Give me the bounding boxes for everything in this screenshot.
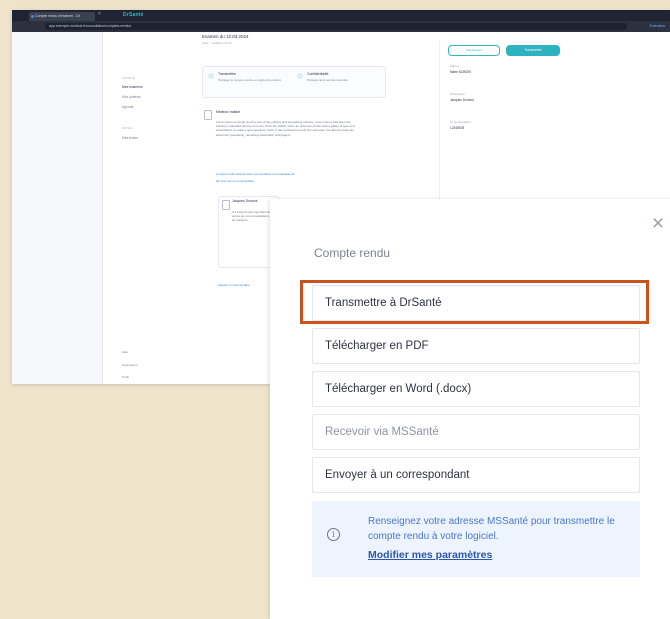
- sidebar-footer-settings[interactable]: Paramètres: [122, 363, 138, 367]
- sidebar-footer-profile[interactable]: Profil: [122, 375, 129, 379]
- associated-report-link[interactable]: Compte rendu associé avec commentaire du…: [216, 172, 294, 176]
- prescriber-value: Jacques Dumont: [450, 98, 474, 102]
- billing-value: 12345678: [450, 126, 465, 130]
- sidebar-item-patients[interactable]: Mes patients: [122, 95, 141, 99]
- close-icon[interactable]: ×: [647, 213, 669, 235]
- sidebar-item-agenda[interactable]: Agenda: [122, 105, 133, 109]
- browser-url-bar: app.exemple-medical.fr/consultation/comp…: [12, 21, 670, 32]
- card-privacy-text: Partagé via le service sécurisé: [307, 78, 348, 82]
- exam-subtitle: Créé · modifié à 14:12: [202, 41, 232, 45]
- extension-label[interactable]: Extension: [650, 23, 665, 30]
- patient-value: Marie DUBOIS: [450, 70, 472, 74]
- mssante-info-text: Renseignez votre adresse MSSanté pour tr…: [368, 516, 615, 542]
- brand-logo: DrSanté: [123, 12, 144, 18]
- download-word-option[interactable]: Télécharger en Word (.docx): [312, 371, 640, 407]
- browser-tab-bar: Compte rendu d'examen - Dr ×: [12, 10, 670, 21]
- reply-author: Jacques Dumont: [232, 199, 258, 203]
- document-icon: [204, 110, 212, 120]
- sidebar-footer-help[interactable]: Aide: [122, 350, 128, 354]
- prescriber-label: Prescripteur: [450, 92, 466, 96]
- download-pdf-option[interactable]: Télécharger en PDF: [312, 328, 640, 364]
- add-comment-link[interactable]: Ajouter un commentaire: [218, 283, 250, 287]
- lock-icon: [297, 73, 303, 79]
- comment-text: Lorem ipsum is simply dummy text of the …: [216, 120, 355, 137]
- app-sidebar: [12, 32, 103, 384]
- tab-title: Compte rendu d'examen - Dr: [35, 14, 81, 18]
- transmit-icon: [208, 73, 214, 79]
- card-transmit-text: Partagez le compte rendu au logiciel du …: [218, 78, 281, 82]
- reply-document-icon: [222, 200, 230, 210]
- transmit-to-drsante-option[interactable]: Transmettre à DrSanté: [312, 285, 640, 321]
- edit-settings-link[interactable]: Modifier mes paramètres: [368, 549, 492, 561]
- patient-label: Patient: [450, 64, 459, 68]
- reply-text: Il a toujours été important de suivre le…: [232, 210, 271, 223]
- sidebar-item-exams[interactable]: Mes examens: [122, 85, 143, 89]
- card-transmit-title: Transmettre: [218, 72, 237, 76]
- comment-author: Médecin traitant: [216, 110, 241, 114]
- sidebar-section-label: Activité: [122, 76, 135, 80]
- browser-tab[interactable]: Compte rendu d'examen - Dr: [29, 12, 95, 21]
- sidebar-section-label-2: Outils: [122, 126, 133, 130]
- billing-label: N° de facturation: [450, 120, 471, 124]
- receive-mssante-option[interactable]: Recevoir via MSSanté: [312, 414, 640, 450]
- exam-title: Examen du 12.03.2024: [202, 34, 249, 39]
- card-privacy-title: Confidentialité: [307, 72, 329, 76]
- download-button[interactable]: Télécharger: [448, 45, 500, 56]
- address-field[interactable]: app.exemple-medical.fr/consultation/comp…: [45, 23, 627, 30]
- tab-close-icon[interactable]: ×: [98, 11, 101, 17]
- transmit-button[interactable]: Transmettre: [506, 45, 560, 56]
- panel-title: Compte rendu: [314, 246, 391, 260]
- sidebar-item-texts[interactable]: Mes textes: [122, 136, 138, 140]
- send-to-correspondent-option[interactable]: Envoyer à un correspondant: [312, 457, 640, 493]
- hide-comment-link[interactable]: Ne plus voir ce commentaire: [216, 179, 254, 183]
- tab-favicon-icon: [31, 15, 34, 18]
- info-icon: i: [327, 528, 340, 541]
